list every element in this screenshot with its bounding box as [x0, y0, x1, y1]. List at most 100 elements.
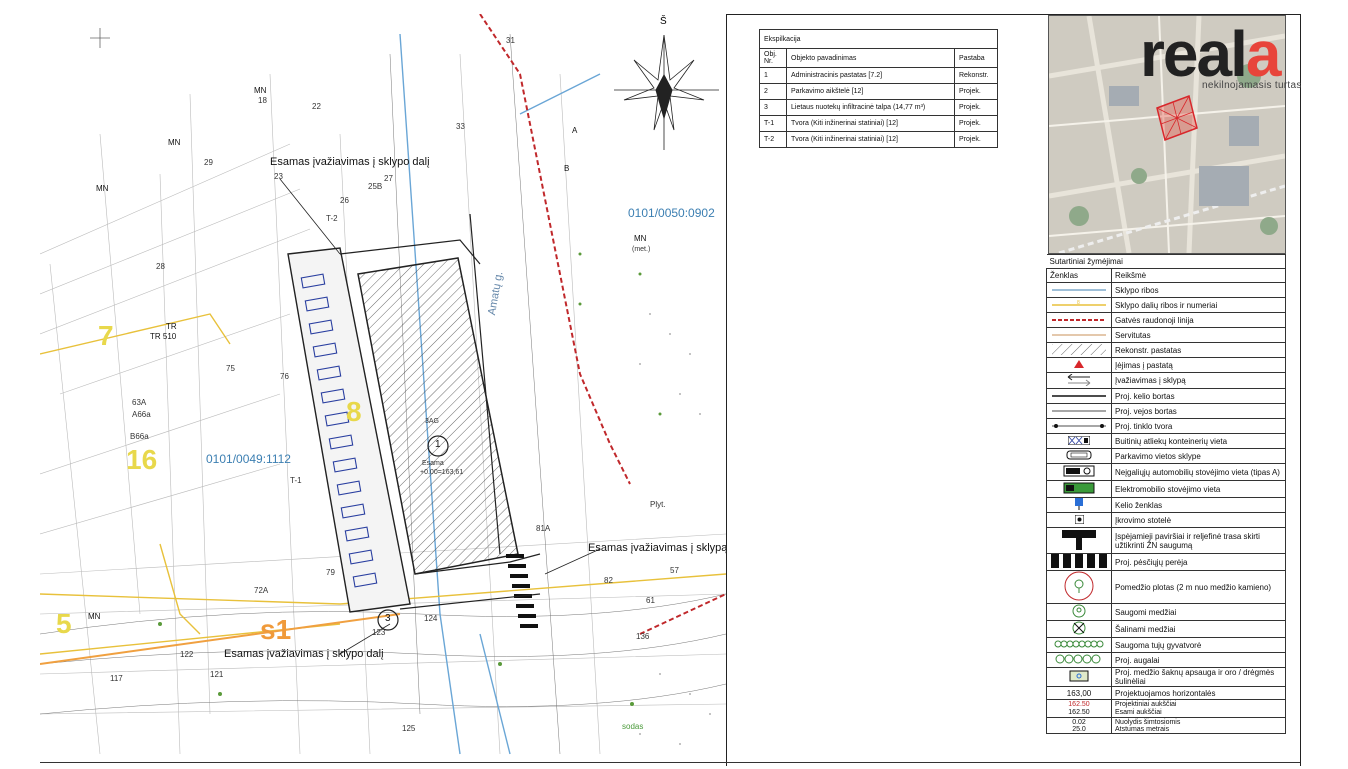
legend-row: Proj. tinklo tvora — [1046, 418, 1286, 434]
explication-cell: Projek. — [954, 83, 998, 100]
distance-value: 25.0 — [1072, 725, 1086, 733]
entrance-label-top: Esamas įvažiavimas į sklypo dalį — [270, 156, 430, 168]
table-row: 2 Parkavimo aikštelė [12] Projek. — [759, 83, 998, 100]
slope-value: 0.02 — [1072, 718, 1086, 726]
zone-16: 16 — [126, 444, 158, 475]
legend-row: Įspėjamieji paviršiai ir reljefinė trasa… — [1046, 527, 1286, 554]
legend-label: Servitutas — [1111, 327, 1286, 343]
servitude-icon — [1052, 331, 1106, 340]
frame-right — [1300, 14, 1301, 766]
zone-mn-4: MN — [88, 612, 101, 621]
crosswalk-icon — [1051, 554, 1107, 570]
legend-row: Proj. vejos bortas — [1046, 403, 1286, 419]
lot-number: 18 — [258, 96, 267, 105]
red-line — [479, 14, 631, 485]
root-protection-icon — [1069, 670, 1089, 684]
explication-header-name: Objekto pavadinimas — [786, 48, 955, 68]
label-b: B — [564, 164, 570, 173]
fence-t1-label: T-1 — [290, 476, 302, 485]
explication-table: Ekspilkacija Obj. Nr. Objekto pavadinima… — [759, 29, 998, 148]
entrance-label-bottom: Esamas įvažiavimas į sklypo dalį — [224, 648, 384, 660]
building-mark: Esama — [422, 460, 444, 467]
legend-label: Sklypo dalių ribos ir numeriai — [1111, 297, 1286, 313]
legend-row: Elektromobilio stovėjimo vieta — [1046, 480, 1286, 498]
legend-label: Šalinami medžiai — [1111, 620, 1286, 638]
legend-row: Įkrovimo stotelė — [1046, 512, 1286, 528]
removed-tree-icon — [1071, 621, 1087, 637]
existing-level-value: 162.50 — [1068, 708, 1090, 716]
explication-cell: Tvora (Kiti inžinerinai statiniai) [12] — [786, 131, 955, 148]
north-mark: Š — [660, 16, 667, 27]
ev-parking-icon — [1063, 482, 1095, 496]
lot-number: 25B — [368, 182, 383, 191]
tactile-surface-icon — [1062, 529, 1096, 552]
lot-number: 29 — [204, 158, 213, 167]
legend-label: Esami aukščiai — [1115, 708, 1162, 716]
explication-cell: Rekonstr. — [954, 67, 998, 84]
lot-boundary-icon — [1052, 286, 1106, 295]
explication-cell: 3 — [759, 99, 787, 116]
legend-label: Įėjimas į pastatą — [1111, 357, 1286, 373]
zone-mn-met: MN — [634, 234, 647, 243]
thuja-row-icon — [1054, 640, 1104, 650]
zone-5: 5 — [56, 608, 72, 639]
label-sodas: sodas — [622, 722, 644, 731]
legend-label: Projektiniai aukščiai — [1115, 700, 1177, 708]
legend-label: Įvažiavimas į sklypą — [1111, 372, 1286, 389]
mesh-fence-icon — [1052, 422, 1106, 431]
shrub-icon — [1054, 654, 1104, 666]
explication-cell: Parkavimo aikštelė [12] — [786, 83, 955, 100]
design-level-value: 162.50 — [1068, 700, 1090, 708]
explication-cell: Projek. — [954, 115, 998, 132]
lot-number: 33 — [456, 122, 465, 131]
callout-1: 1 — [435, 439, 441, 450]
fence-t2-label: T-2 — [326, 214, 338, 223]
lot-number: 136 — [636, 632, 650, 641]
road-sign-icon — [1075, 498, 1083, 512]
legend-label: Proj. augalai — [1111, 652, 1286, 668]
legend-row: 163,00 Projektuojamos horizontalės — [1046, 686, 1286, 700]
legend-label: Saugoma tujų gyvatvorė — [1111, 637, 1286, 653]
legend-row: Proj. medžio šaknų apsauga ir oro / drėg… — [1046, 667, 1286, 687]
lot-number: 61 — [646, 596, 655, 605]
callout-3: 3 — [385, 613, 391, 624]
legend-label: Proj. medžio šaknų apsauga ir oro / drėg… — [1111, 667, 1286, 687]
street-name-plyt: Plyt. — [650, 500, 666, 509]
legend-title: Sutartiniai žymėjimai — [1046, 254, 1286, 269]
zone-mn-2: MN — [168, 138, 181, 147]
lot-number: 31 — [506, 36, 515, 45]
legend-row: Buitinių atliekų konteinerių vieta — [1046, 433, 1286, 449]
legend-label: Neįgaliųjų automobilių stovėjimo vieta (… — [1111, 463, 1286, 481]
lot-number: 79 — [326, 568, 335, 577]
building-level: +0.00=163,61 — [420, 469, 464, 476]
lot-number: 117 — [110, 674, 123, 683]
legend-label: Rekonstr. pastatas — [1111, 342, 1286, 358]
legend-row: Neįgaliųjų automobilių stovėjimo vieta (… — [1046, 463, 1286, 481]
legend-row: Rekonstr. pastatas — [1046, 342, 1286, 358]
lot-number: 75 — [226, 364, 235, 373]
lot-number: 122 — [180, 650, 194, 659]
lot-number: 123 — [372, 628, 386, 637]
legend-header-meaning: Reikšmė — [1111, 268, 1286, 283]
red-line-icon — [1052, 316, 1106, 325]
zone-tr: TR — [166, 322, 177, 331]
disabled-parking-icon — [1063, 465, 1095, 479]
container-icon — [1067, 435, 1091, 447]
lot-number: 27 — [384, 174, 393, 183]
zone-7: 7 — [98, 320, 114, 351]
entry-arrows-icon — [1066, 373, 1092, 388]
legend-label: Proj. kelio bortas — [1111, 388, 1286, 404]
zone-s1: s1 — [260, 614, 292, 645]
explication-cell: Lietaus nuotekų infiltracinė talpa (14,7… — [786, 99, 955, 116]
hatch-icon — [1052, 343, 1106, 357]
lot-number: 121 — [210, 670, 224, 679]
explication-cell: T-2 — [759, 131, 787, 148]
legend-label: Proj. vejos bortas — [1111, 403, 1286, 419]
explication-cell: Tvora (Kiti inžinerinai statiniai) [12] — [786, 115, 955, 132]
legend-row: Servitutas — [1046, 327, 1286, 343]
lot-number: 76 — [280, 372, 289, 381]
entrance-triangle-icon — [1074, 360, 1084, 370]
legend-row: 0.02 25.0 Nuolydis šimtosiomis Atstumas … — [1046, 717, 1286, 734]
lot-number: B66a — [130, 432, 149, 441]
cadastral-number-2: 0101/0049:1112 — [206, 452, 291, 466]
